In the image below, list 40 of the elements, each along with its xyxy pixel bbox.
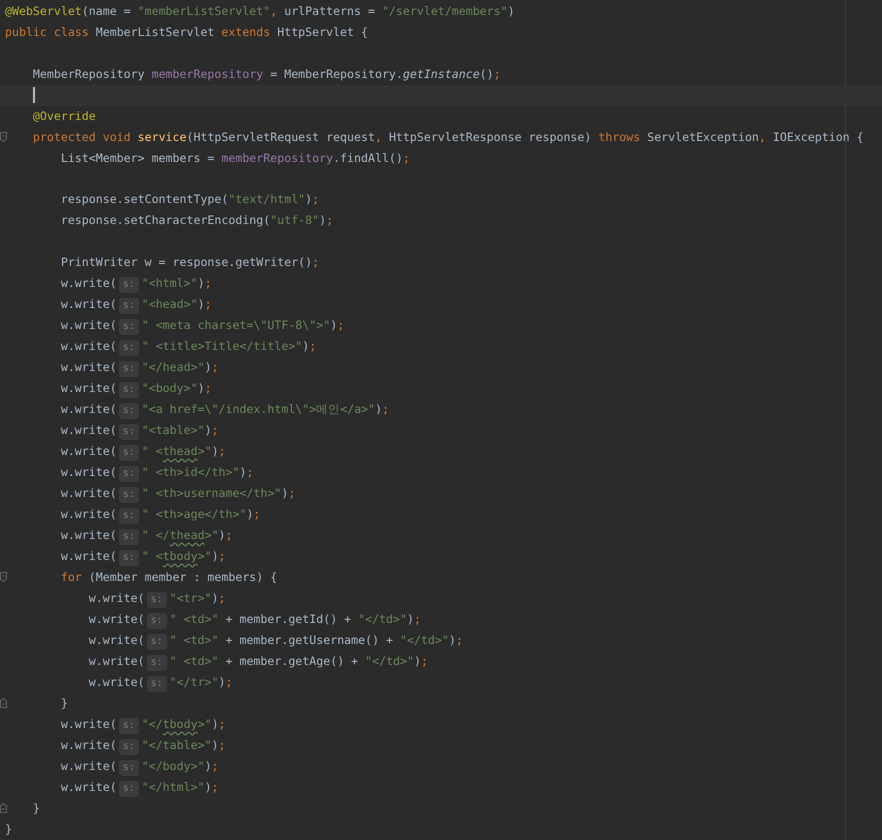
fold-icon[interactable] xyxy=(0,132,7,142)
code-line: @WebServlet(name = "memberListServlet", urlPatterns = "/servlet/members") xyxy=(5,3,515,20)
code-line: w.write( s: " </thead>"); xyxy=(5,525,232,546)
code-line: w.write( s: "</html>"); xyxy=(5,777,219,798)
code-line: w.write( s: "<table>"); xyxy=(5,420,219,441)
code-line: w.write( s: "</head>"); xyxy=(5,357,219,378)
code-line: w.write( s: " <title>Title</title>"); xyxy=(5,336,316,357)
code-line: w.write( s: "<body>"); xyxy=(5,378,212,399)
code-line: w.write( s: " <th>id</th>"); xyxy=(5,462,254,483)
code-line: } xyxy=(60,695,68,712)
code-line: w.write( s: "<head>"); xyxy=(5,294,212,315)
code-line: response.setContentType("text/html"); xyxy=(60,191,320,208)
fold-icon[interactable] xyxy=(0,572,7,582)
code-line: w.write( s: " <td>" + member.getAge() + "</td>"); xyxy=(5,651,428,672)
code-line: protected void service(HttpServletRequest request, HttpServletResponse response) throws ServletException, IOException { xyxy=(32,128,864,146)
code-line: w.write( s: "</table>"); xyxy=(5,735,226,756)
code-line: MemberRepository memberRepository = MemberRepository.getInstance(); xyxy=(32,66,501,83)
code-line: for (Member member : members) { xyxy=(60,569,278,586)
code-line: w.write( s: " <thead>"); xyxy=(5,441,226,462)
fold-icon[interactable] xyxy=(0,698,7,708)
code-line: w.write( s: " <tbody>"); xyxy=(5,546,226,567)
code-line: public class MemberListServlet extends HttpServlet { xyxy=(5,24,368,41)
fold-icon[interactable] xyxy=(0,803,7,813)
code-line: w.write( s: "<a href=\"/index.html\">메인</a>"); xyxy=(5,399,390,420)
code-line: w.write( s: "<html>"); xyxy=(5,273,212,294)
code-line: w.write( s: " <meta charset=\"UTF-8\">"); xyxy=(5,315,344,336)
code-line: w.write( s: "</tbody>"); xyxy=(5,714,226,735)
code-line: w.write( s: "</body>"); xyxy=(5,756,219,777)
code-line: response.setCharacterEncoding("utf-8"); xyxy=(60,212,334,230)
code-line: List<Member> members = memberRepository.findAll(); xyxy=(60,150,410,166)
code-line: w.write( s: " <th>age</th>"); xyxy=(5,504,260,525)
code-line: w.write( s: "</tr>"); xyxy=(5,672,232,693)
code-line: w.write( s: " <td>" + member.getUsername() + "</td>"); xyxy=(5,630,463,651)
code-line: w.write( s: " <th>username</th>"); xyxy=(5,483,296,504)
code-line: w.write( s: "<tr>"); xyxy=(5,588,226,609)
code-line: } xyxy=(5,821,12,838)
code-line: PrintWriter w = response.getWriter(); xyxy=(60,254,320,271)
code-line: @Override xyxy=(32,108,96,124)
code-line: w.write( s: " <td>" + member.getId() + "</td>"); xyxy=(5,609,421,630)
code-line: } xyxy=(32,800,40,817)
